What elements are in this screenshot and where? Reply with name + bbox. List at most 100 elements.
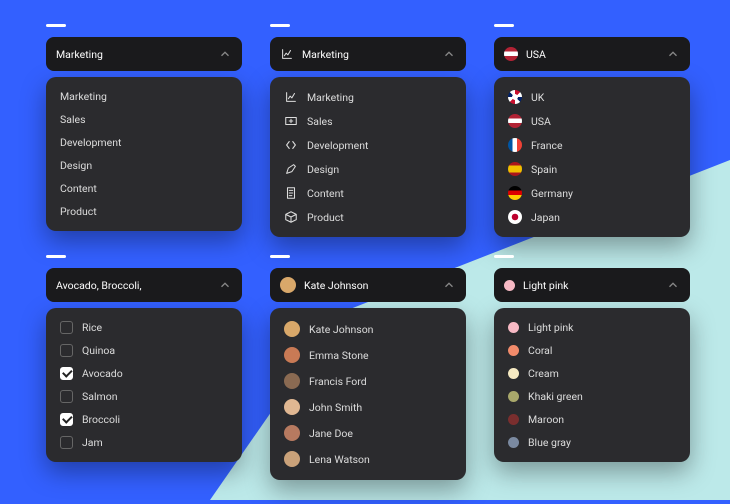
color-swatch: [508, 345, 519, 356]
color-swatch: [508, 368, 519, 379]
dropdown-colors-option[interactable]: Khaki green: [494, 385, 690, 408]
dropdown-countries-option[interactable]: USA: [494, 109, 690, 133]
dropdown-people-option[interactable]: John Smith: [270, 394, 466, 420]
option-label: Jane Doe: [309, 427, 353, 440]
option-label: Product: [60, 205, 97, 218]
note-icon: [284, 186, 298, 200]
dropdown-colors-option[interactable]: Maroon: [494, 408, 690, 431]
checkbox[interactable]: [60, 436, 73, 449]
dropdown-multiselect-panel: Rice Quinoa Avocado Salmon Broccoli Jam: [46, 308, 242, 462]
dropdown-multiselect-trigger[interactable]: Avocado, Broccoli,: [46, 268, 242, 302]
chevron-up-icon: [218, 278, 232, 292]
flag-icon: [508, 210, 522, 224]
dropdown-people-option[interactable]: Francis Ford: [270, 368, 466, 394]
dropdown-plain-option[interactable]: Product: [46, 200, 242, 223]
checkbox[interactable]: [60, 344, 73, 357]
dropdown-plain-selected: Marketing: [56, 48, 210, 61]
dropdown-multiselect-option[interactable]: Rice: [46, 316, 242, 339]
dropdown-multiselect-option[interactable]: Jam: [46, 431, 242, 454]
option-label: Rice: [82, 321, 102, 334]
dropdown-people: Kate Johnson Kate Johnson Emma Stone Fra…: [270, 255, 466, 480]
dropdown-plain-trigger[interactable]: Marketing: [46, 37, 242, 71]
avatar: [284, 425, 300, 441]
accent-dash: [494, 255, 514, 258]
option-label: Japan: [531, 211, 560, 224]
dropdown-colors-trigger[interactable]: Light pink: [494, 268, 690, 302]
checkbox[interactable]: [60, 390, 73, 403]
dropdown-people-option[interactable]: Lena Watson: [270, 446, 466, 472]
color-swatch: [508, 437, 519, 448]
option-label: Kate Johnson: [309, 323, 373, 336]
accent-dash: [46, 24, 66, 27]
dropdown-colors-option[interactable]: Blue gray: [494, 431, 690, 454]
pen-icon: [284, 162, 298, 176]
dropdown-multiselect-option[interactable]: Avocado: [46, 362, 242, 385]
dropdown-people-selected: Kate Johnson: [304, 279, 434, 292]
dropdown-plain: Marketing Marketing Sales Development De…: [46, 24, 242, 237]
checkbox[interactable]: [60, 367, 73, 380]
option-label: Germany: [531, 187, 573, 200]
flag-icon: [508, 138, 522, 152]
dropdown-people-panel: Kate Johnson Emma Stone Francis Ford Joh…: [270, 308, 466, 480]
accent-dash: [494, 24, 514, 27]
dropdown-multiselect-option[interactable]: Quinoa: [46, 339, 242, 362]
avatar: [284, 373, 300, 389]
dropdown-countries-option[interactable]: UK: [494, 85, 690, 109]
dropdown-countries-trigger[interactable]: USA: [494, 37, 690, 71]
dropdown-iconed-option[interactable]: Product: [270, 205, 466, 229]
dropdown-colors: Light pink Light pink Coral Cream Khaki …: [494, 255, 690, 480]
chart-icon: [284, 90, 298, 104]
color-swatch: [508, 414, 519, 425]
dropdown-colors-panel: Light pink Coral Cream Khaki green Maroo…: [494, 308, 690, 462]
dropdown-colors-option[interactable]: Light pink: [494, 316, 690, 339]
option-label: Design: [60, 159, 92, 172]
accent-dash: [270, 24, 290, 27]
option-label: Khaki green: [528, 390, 583, 403]
option-label: Lena Watson: [309, 453, 370, 466]
color-swatch: [504, 280, 515, 291]
dropdown-plain-option[interactable]: Content: [46, 177, 242, 200]
option-label: Francis Ford: [309, 375, 367, 388]
dropdown-multiselect-option[interactable]: Broccoli: [46, 408, 242, 431]
dropdown-plain-option[interactable]: Design: [46, 154, 242, 177]
dropdown-iconed-option[interactable]: Sales: [270, 109, 466, 133]
option-label: Sales: [60, 113, 86, 126]
flag-icon: [508, 186, 522, 200]
dropdown-iconed-selected: Marketing: [302, 48, 434, 61]
option-label: Development: [307, 139, 368, 152]
option-label: Cream: [528, 367, 559, 380]
dropdown-iconed-option[interactable]: Content: [270, 181, 466, 205]
dropdown-iconed-trigger[interactable]: Marketing: [270, 37, 466, 71]
avatar: [284, 321, 300, 337]
dropdown-colors-option[interactable]: Coral: [494, 339, 690, 362]
option-label: Emma Stone: [309, 349, 369, 362]
flag-icon: [508, 114, 522, 128]
option-label: Marketing: [60, 90, 107, 103]
option-label: Maroon: [528, 413, 564, 426]
dropdown-countries-option[interactable]: Germany: [494, 181, 690, 205]
dropdown-plain-option[interactable]: Development: [46, 131, 242, 154]
dropdown-multiselect-selected: Avocado, Broccoli,: [56, 279, 210, 292]
dropdown-countries-option[interactable]: Spain: [494, 157, 690, 181]
dropdown-countries-option[interactable]: France: [494, 133, 690, 157]
dropdown-iconed-option[interactable]: Marketing: [270, 85, 466, 109]
dropdown-people-option[interactable]: Jane Doe: [270, 420, 466, 446]
chevron-up-icon: [666, 278, 680, 292]
dropdown-plain-option[interactable]: Sales: [46, 108, 242, 131]
dropdown-iconed-panel: Marketing Sales Development Design Conte…: [270, 77, 466, 237]
dropdown-colors-option[interactable]: Cream: [494, 362, 690, 385]
checkbox[interactable]: [60, 413, 73, 426]
dropdown-iconed-option[interactable]: Design: [270, 157, 466, 181]
checkbox[interactable]: [60, 321, 73, 334]
dropdown-countries-option[interactable]: Japan: [494, 205, 690, 229]
dropdown-people-trigger[interactable]: Kate Johnson: [270, 268, 466, 302]
flag-icon: [508, 162, 522, 176]
dropdown-people-option[interactable]: Emma Stone: [270, 342, 466, 368]
dropdown-iconed: Marketing Marketing Sales Development De…: [270, 24, 466, 237]
option-label: France: [531, 139, 563, 152]
dropdown-multiselect-option[interactable]: Salmon: [46, 385, 242, 408]
option-label: Sales: [307, 115, 333, 128]
dropdown-people-option[interactable]: Kate Johnson: [270, 316, 466, 342]
dropdown-plain-option[interactable]: Marketing: [46, 85, 242, 108]
dropdown-iconed-option[interactable]: Development: [270, 133, 466, 157]
